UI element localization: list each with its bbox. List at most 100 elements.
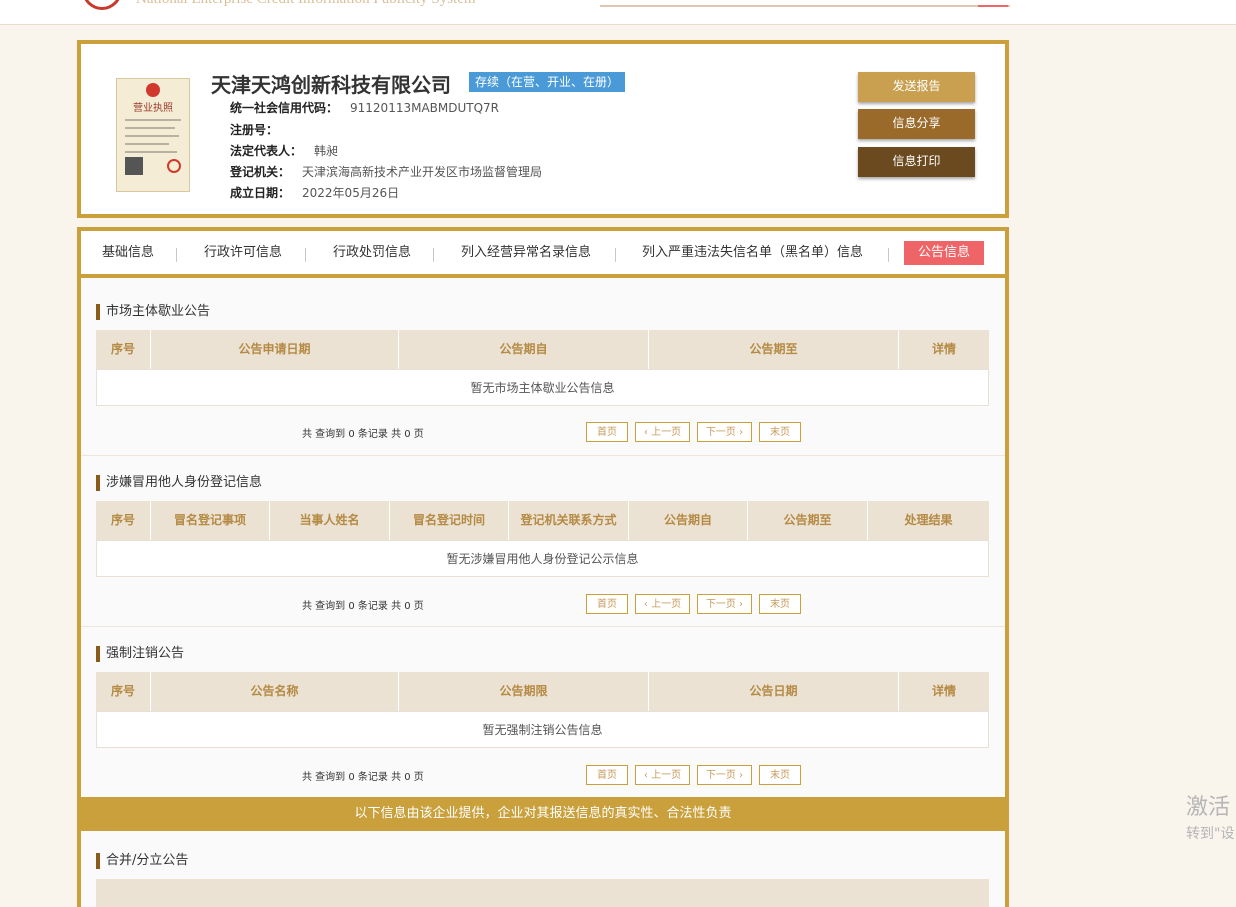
next-page-button[interactable]: 下一页 › — [697, 594, 752, 614]
first-page-button[interactable]: 首页 — [586, 765, 628, 785]
license-line — [125, 151, 177, 153]
empty-row: 暂无强制注销公告信息 — [96, 711, 989, 748]
info-value: 韩昶 — [314, 144, 339, 158]
pagination: 共 查询到 0 条记录 共 0 页 首页 ‹ 上一页 下一页 › 末页 — [81, 422, 1005, 444]
license-line — [125, 127, 175, 129]
pagination: 共 查询到 0 条记录 共 0 页 首页 ‹ 上一页 下一页 › 末页 — [81, 594, 1005, 616]
prev-page-button[interactable]: ‹ 上一页 — [635, 765, 690, 785]
info-legal-rep: 法定代表人： 韩昶 — [230, 142, 338, 159]
next-page-button[interactable]: 下一页 › — [697, 422, 752, 442]
tab-separator — [176, 248, 177, 262]
tab-announcements[interactable]: 公告信息 — [904, 241, 985, 265]
company-card: 营业执照 天津天鸿创新科技有限公司 存续（在营、开业、在册） 统一社会信用代码：… — [77, 40, 1009, 218]
prev-page-label: 上一页 — [651, 427, 682, 438]
info-credit-code: 统一社会信用代码： 91120113MABMDUTQ7R — [230, 99, 499, 116]
tab-separator — [433, 248, 434, 262]
info-reg-authority: 登记机关： 天津滨海高新技术产业开发区市场监督管理局 — [230, 163, 542, 180]
column-header: 公告期自 — [399, 330, 649, 369]
empty-row: 暂无涉嫌冒用他人身份登记公示信息 — [96, 540, 989, 577]
prev-page-button[interactable]: ‹ 上一页 — [635, 594, 690, 614]
first-page-button[interactable]: 首页 — [586, 594, 628, 614]
table-header: 序号 公告名称 公告期限 公告日期 详情 — [96, 672, 989, 711]
column-header: 详情 — [931, 684, 956, 698]
tab-admin-penalty[interactable]: 行政处罚信息 — [333, 241, 411, 265]
header-accent — [978, 5, 1008, 7]
business-license-thumbnail[interactable]: 营业执照 — [116, 78, 190, 192]
info-reg-number: 注册号： — [230, 121, 290, 138]
column-header: 公告名称 — [151, 672, 399, 711]
license-line — [125, 135, 179, 137]
tab-separator — [615, 248, 616, 262]
section-title: 市场主体歇业公告 — [96, 304, 210, 320]
record-count: 共 查询到 0 条记录 共 0 页 — [302, 772, 424, 783]
next-page-label: 下一页 — [705, 427, 736, 438]
top-header: National Enterprise Credit Information P… — [0, 0, 1236, 25]
last-page-button[interactable]: 末页 — [759, 422, 801, 442]
record-count: 共 查询到 0 条记录 共 0 页 — [302, 601, 424, 612]
next-page-button[interactable]: 下一页 › — [697, 765, 752, 785]
first-page-button[interactable]: 首页 — [586, 422, 628, 442]
section-title: 涉嫌冒用他人身份登记信息 — [96, 475, 262, 491]
tab-abnormal-list[interactable]: 列入经营异常名录信息 — [461, 241, 591, 265]
column-header: 公告日期 — [649, 672, 899, 711]
section-divider — [81, 626, 1005, 627]
info-value: 91120113MABMDUTQ7R — [350, 101, 500, 115]
license-title: 营业执照 — [133, 103, 173, 114]
column-header: 公告期至 — [748, 501, 868, 540]
info-label: 统一社会信用代码： — [230, 101, 339, 115]
column-header: 序号 — [96, 672, 151, 711]
column-header: 处理结果 — [904, 513, 953, 527]
column-header: 公告期限 — [399, 672, 649, 711]
license-line — [125, 143, 169, 145]
column-header: 公告申请日期 — [151, 330, 399, 369]
next-page-label: 下一页 — [705, 599, 736, 610]
table-header: 序号 公告申请日期 公告期自 公告期至 详情 — [96, 330, 989, 369]
column-header: 公告期自 — [629, 501, 748, 540]
tab-blacklist[interactable]: 列入严重违法失信名单（黑名单）信息 — [642, 241, 863, 265]
empty-row: 暂无市场主体歇业公告信息 — [96, 369, 989, 406]
info-label: 登记机关： — [230, 165, 291, 179]
info-established-date: 成立日期： 2022年05月26日 — [230, 184, 399, 201]
license-line — [125, 119, 181, 121]
info-label: 注册号： — [230, 123, 279, 137]
prev-page-label: 上一页 — [651, 599, 682, 610]
prev-page-label: 上一页 — [651, 770, 682, 781]
tab-separator — [305, 248, 306, 262]
print-info-button[interactable]: 信息打印 — [858, 147, 975, 177]
status-badge: 存续（在营、开业、在册） — [469, 72, 626, 92]
column-header: 序号 — [96, 330, 151, 369]
tab-bar: 基础信息 行政许可信息 行政处罚信息 列入经营异常名录信息 列入严重违法失信名单… — [81, 231, 1005, 278]
info-value: 2022年05月26日 — [302, 186, 400, 200]
info-label: 成立日期： — [230, 186, 291, 200]
info-label: 法定代表人： — [230, 144, 303, 158]
tab-admin-license[interactable]: 行政许可信息 — [204, 241, 282, 265]
header-divider — [600, 5, 1010, 7]
prev-page-button[interactable]: ‹ 上一页 — [635, 422, 690, 442]
column-header: 冒名登记事项 — [151, 501, 270, 540]
national-emblem-icon — [146, 83, 160, 97]
windows-activation-hint: 转到"设 — [1186, 826, 1235, 842]
main-panel: 基础信息 行政许可信息 行政处罚信息 列入经营异常名录信息 列入严重违法失信名单… — [77, 227, 1009, 907]
windows-activation-watermark: 激活 — [1186, 795, 1231, 820]
official-seal-icon — [167, 159, 181, 173]
column-header: 当事人姓名 — [270, 501, 390, 540]
record-count: 共 查询到 0 条记录 共 0 页 — [302, 429, 424, 440]
site-title: National Enterprise Credit Information P… — [136, 0, 476, 8]
column-header: 冒名登记时间 — [390, 501, 509, 540]
column-header: 登记机关联系方式 — [509, 501, 629, 540]
table-header — [96, 879, 989, 907]
section-merger-split: 合并/分立公告 — [81, 853, 1005, 907]
info-value: 天津滨海高新技术产业开发区市场监督管理局 — [302, 165, 543, 179]
tab-basic-info[interactable]: 基础信息 — [102, 241, 154, 265]
company-name: 天津天鸿创新科技有限公司 — [211, 73, 451, 97]
next-page-label: 下一页 — [705, 770, 736, 781]
qr-code-icon — [125, 157, 143, 175]
last-page-button[interactable]: 末页 — [759, 594, 801, 614]
column-header: 序号 — [96, 501, 151, 540]
share-info-button[interactable]: 信息分享 — [858, 109, 975, 139]
last-page-button[interactable]: 末页 — [759, 765, 801, 785]
site-logo[interactable] — [82, 0, 122, 10]
section-divider — [81, 455, 1005, 456]
section-title: 合并/分立公告 — [96, 853, 188, 869]
send-report-button[interactable]: 发送报告 — [858, 72, 975, 102]
